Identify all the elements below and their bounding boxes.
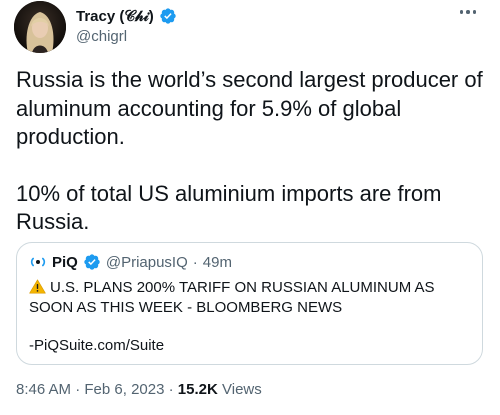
author-handle[interactable]: @chigrl (76, 28, 127, 45)
author-display-name[interactable]: Tracy (𝒞𝒽𝒾) (76, 8, 154, 25)
views-label: Views (222, 381, 262, 398)
dot (459, 10, 464, 14)
quoted-headline-line: U.S. PLANS 200% TARIFF ON RUSSIAN ALUMIN… (29, 278, 469, 317)
quoted-timestamp[interactable]: 49m (203, 254, 232, 271)
avatar-image (14, 1, 66, 53)
avatar[interactable] (14, 1, 66, 53)
tweet: Tracy (𝒞𝒽𝒾) @chigrl Russia is the world’… (0, 0, 500, 415)
dot (472, 10, 477, 14)
tweet-paragraph: Russia is the world’s second largest pro… (16, 67, 483, 149)
separator-dot: · (168, 381, 174, 398)
separator-dot: · (192, 253, 198, 271)
warning-icon (29, 279, 46, 294)
quoted-tweet-header: PiQ @PriapusIQ · 49m (29, 253, 232, 271)
quoted-link: -PiQSuite.com/Suite (29, 337, 165, 354)
tweet-text: Russia is the world’s second largest pro… (16, 66, 488, 237)
separator-dot: · (75, 381, 81, 398)
tweet-date[interactable]: Feb 6, 2023 (84, 381, 164, 398)
tweet-time[interactable]: 8:46 AM (16, 381, 71, 398)
quoted-author-name[interactable]: PiQ (52, 254, 78, 271)
verified-badge-icon (160, 8, 176, 24)
views-count[interactable]: 15.2K (178, 381, 218, 398)
quoted-tweet-body: U.S. PLANS 200% TARIFF ON RUSSIAN ALUMIN… (29, 278, 469, 356)
more-options-icon[interactable] (454, 2, 482, 22)
author-name-row: Tracy (𝒞𝒽𝒾) (76, 7, 177, 25)
quoted-author-handle[interactable]: @PriapusIQ (106, 254, 188, 271)
quoted-tweet[interactable]: PiQ @PriapusIQ · 49m U.S. PLANS 200% TAR… (16, 242, 483, 365)
tweet-paragraph: 10% of total US aluminium imports are fr… (16, 180, 442, 235)
dot (466, 10, 470, 14)
tweet-metadata: 8:46 AM · Feb 6, 2023 · 15.2K Views (16, 381, 262, 398)
verified-badge-icon (84, 254, 100, 270)
piq-logo-icon (29, 253, 47, 271)
quoted-headline: U.S. PLANS 200% TARIFF ON RUSSIAN ALUMIN… (29, 279, 435, 316)
